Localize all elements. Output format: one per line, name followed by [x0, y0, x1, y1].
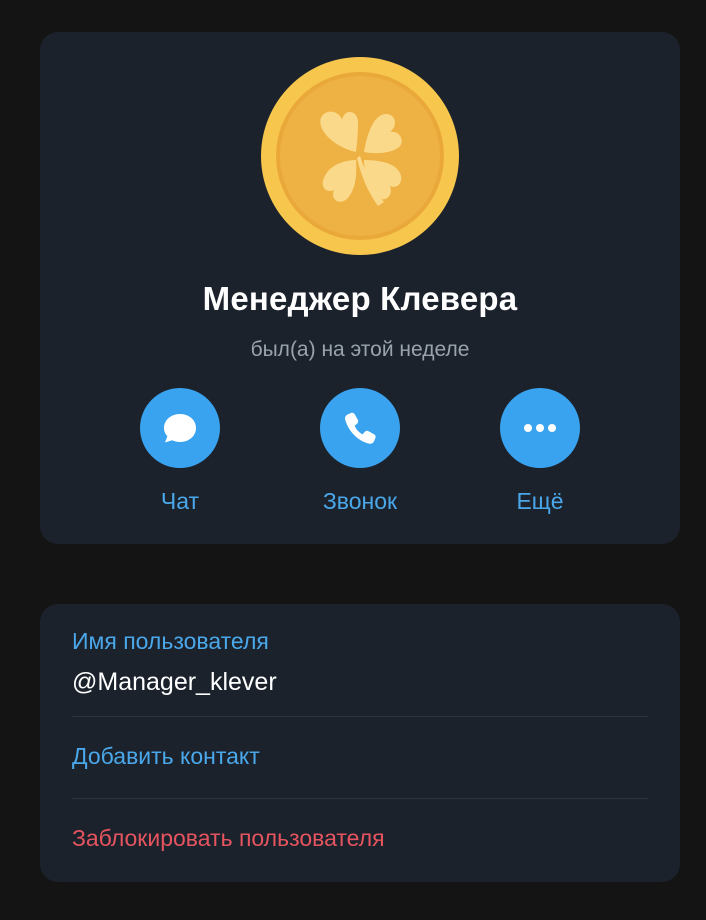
- profile-card: Менеджер Клевера был(а) на этой неделе Ч…: [40, 32, 680, 544]
- call-button-label: Звонок: [322, 488, 398, 514]
- more-button[interactable]: Ещё: [470, 388, 610, 515]
- chat-button-label: Чат: [160, 488, 200, 514]
- divider: [72, 716, 648, 717]
- clover-coin-icon: [261, 57, 459, 255]
- add-contact-button[interactable]: Добавить контакт: [72, 743, 260, 770]
- divider: [72, 798, 648, 799]
- info-card: Имя пользователя @Manager_klever Добавит…: [40, 604, 680, 882]
- last-seen-status: был(а) на этой неделе: [250, 338, 470, 361]
- chat-button[interactable]: Чат: [110, 388, 250, 515]
- block-user-button[interactable]: Заблокировать пользователя: [72, 825, 385, 852]
- chat-bubble-icon: [164, 414, 196, 443]
- phone-icon: [345, 412, 376, 444]
- more-button-circle[interactable]: [500, 388, 580, 468]
- chat-button-circle[interactable]: [140, 388, 220, 468]
- call-button[interactable]: Звонок: [290, 388, 430, 515]
- more-button-label: Ещё: [516, 488, 564, 514]
- username-value[interactable]: @Manager_klever: [72, 668, 277, 697]
- call-button-circle[interactable]: [320, 388, 400, 468]
- avatar[interactable]: [260, 56, 460, 256]
- more-dots-icon: [524, 424, 556, 432]
- profile-name: Менеджер Клевера: [202, 280, 518, 317]
- username-label: Имя пользователя: [72, 628, 269, 654]
